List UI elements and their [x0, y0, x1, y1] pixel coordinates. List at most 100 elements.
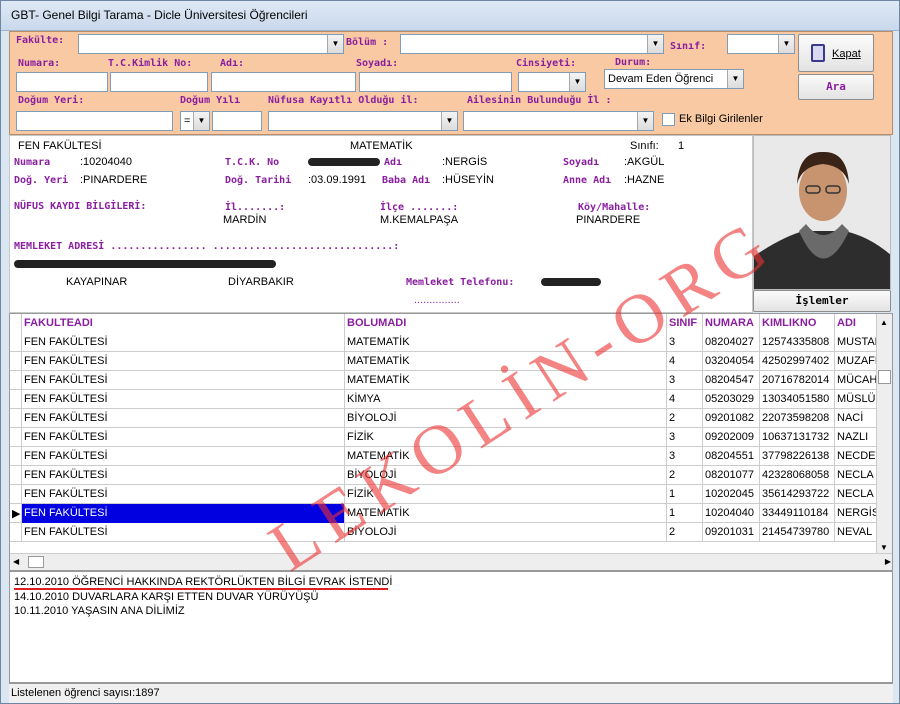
vertical-scrollbar[interactable]: ▲ ▼ — [876, 314, 892, 554]
horizontal-scrollbar[interactable]: ◀ ▶ — [10, 553, 892, 570]
numara-input[interactable] — [16, 72, 108, 92]
row-indicator[interactable] — [10, 352, 22, 371]
bolum-select[interactable]: ▼ — [400, 34, 664, 54]
table-cell[interactable]: FEN FAKÜLTESİ — [22, 333, 345, 352]
table-cell[interactable]: 08204027 — [703, 333, 760, 352]
status-bar: Listelenen öğrenci sayısı:1897 — [9, 683, 893, 703]
ek-bilgi-checkbox[interactable] — [662, 113, 675, 126]
table-cell[interactable]: 20716782014 — [760, 371, 835, 390]
row-indicator[interactable]: ▶ — [10, 504, 22, 523]
table-cell[interactable]: 09202009 — [703, 428, 760, 447]
table-cell[interactable]: 2 — [667, 523, 703, 542]
table-cell[interactable]: 33449110184 — [760, 504, 835, 523]
fakulte-select[interactable]: ▼ — [78, 34, 344, 54]
table-cell[interactable]: NACİ — [835, 409, 878, 428]
table-cell[interactable]: 2 — [667, 409, 703, 428]
table-cell[interactable]: MÜCAH — [835, 371, 878, 390]
table-cell[interactable]: 1 — [667, 485, 703, 504]
row-indicator[interactable] — [10, 390, 22, 409]
table-cell[interactable]: 2 — [667, 466, 703, 485]
cinsiyeti-select[interactable]: ▼ — [518, 72, 586, 92]
table-row[interactable]: FEN FAKÜLTESİ MATEMATİK 3 08204027 125743358… — [10, 333, 878, 352]
table-cell[interactable]: 3 — [667, 371, 703, 390]
row-indicator[interactable] — [10, 428, 22, 447]
notes-area[interactable]: 12.10.2010 ÖĞRENCİ HAKKINDA REKTÖRLÜKTEN… — [9, 571, 893, 683]
table-cell[interactable]: 05203029 — [703, 390, 760, 409]
table-row[interactable]: ▶ FEN FAKÜLTESİ MATEMATİK 1 10204040 33449110… — [10, 504, 878, 523]
table-cell[interactable]: 12574335808 — [760, 333, 835, 352]
table-cell[interactable]: 09201031 — [703, 523, 760, 542]
durum-select[interactable]: Devam Eden Öğrenci ▼ — [604, 69, 744, 89]
table-cell[interactable]: NAZLI — [835, 428, 878, 447]
table-cell[interactable]: 4 — [667, 390, 703, 409]
table-row[interactable]: FEN FAKÜLTESİ MATEMATİK 3 08204547 207167820… — [10, 371, 878, 390]
scroll-left-icon[interactable]: ◀ — [13, 557, 19, 566]
table-cell[interactable]: 10204040 — [703, 504, 760, 523]
row-indicator[interactable] — [10, 409, 22, 428]
table-cell[interactable]: MUSTAF — [835, 333, 878, 352]
scroll-up-icon[interactable]: ▲ — [880, 318, 888, 327]
col-header[interactable]: KIMLIKNO — [760, 314, 835, 333]
table-cell[interactable]: NECDET — [835, 447, 878, 466]
table-cell[interactable]: NEVAL — [835, 523, 878, 542]
table-cell[interactable]: FEN FAKÜLTESİ — [22, 466, 345, 485]
table-cell[interactable]: FEN FAKÜLTESİ — [22, 371, 345, 390]
table-cell[interactable]: 4 — [667, 352, 703, 371]
adi-input[interactable] — [211, 72, 356, 92]
scroll-down-icon[interactable]: ▼ — [880, 543, 888, 552]
table-cell[interactable]: 03204054 — [703, 352, 760, 371]
table-cell[interactable]: 42328068058 — [760, 466, 835, 485]
row-indicator[interactable] — [10, 333, 22, 352]
table-cell[interactable]: 3 — [667, 428, 703, 447]
table-cell[interactable]: 13034051580 — [760, 390, 835, 409]
table-cell[interactable]: NECLA — [835, 466, 878, 485]
row-indicator[interactable] — [10, 523, 22, 542]
kapat-button[interactable]: Kapat — [798, 34, 874, 72]
table-cell[interactable]: 08204547 — [703, 371, 760, 390]
table-cell[interactable]: MÜSLÜN — [835, 390, 878, 409]
student-department: MATEMATİK — [350, 140, 413, 152]
table-cell[interactable]: MUZAFF — [835, 352, 878, 371]
table-cell[interactable]: NECLA — [835, 485, 878, 504]
row-indicator[interactable] — [10, 466, 22, 485]
soyadi-input[interactable] — [359, 72, 512, 92]
col-header[interactable]: ADI — [835, 314, 878, 333]
sinif-select[interactable]: ▼ — [727, 34, 795, 54]
dogum-yeri-input[interactable] — [16, 111, 173, 131]
table-cell[interactable]: 08201077 — [703, 466, 760, 485]
table-cell[interactable]: 08204551 — [703, 447, 760, 466]
table-cell[interactable]: 1 — [667, 504, 703, 523]
table-cell[interactable]: FEN FAKÜLTESİ — [22, 352, 345, 371]
scroll-right-icon[interactable]: ▶ — [885, 557, 891, 566]
table-cell[interactable]: 10202045 — [703, 485, 760, 504]
table-cell[interactable]: FEN FAKÜLTESİ — [22, 390, 345, 409]
table-cell[interactable]: NERGİS — [835, 504, 878, 523]
table-cell[interactable]: 37798226138 — [760, 447, 835, 466]
dogum-yili-operator[interactable]: = ▼ — [180, 111, 210, 131]
row-indicator[interactable] — [10, 371, 22, 390]
table-cell[interactable]: 10637131732 — [760, 428, 835, 447]
table-cell[interactable]: FEN FAKÜLTESİ — [22, 447, 345, 466]
row-indicator[interactable] — [10, 447, 22, 466]
ara-button[interactable]: Ara — [798, 74, 874, 100]
table-cell[interactable]: 22073598208 — [760, 409, 835, 428]
scroll-thumb[interactable] — [878, 370, 891, 384]
table-cell[interactable]: 3 — [667, 447, 703, 466]
dogum-yili-input[interactable] — [212, 111, 262, 131]
row-indicator[interactable] — [10, 485, 22, 504]
scroll-thumb[interactable] — [28, 556, 44, 568]
aile-il-select[interactable]: ▼ — [463, 111, 654, 131]
islemler-button[interactable]: İşlemler — [753, 290, 891, 312]
chevron-down-icon: ▼ — [727, 70, 743, 88]
tckimlik-input[interactable] — [110, 72, 208, 92]
table-cell[interactable]: FEN FAKÜLTESİ — [22, 428, 345, 447]
table-cell[interactable]: 21454739780 — [760, 523, 835, 542]
table-row[interactable]: FEN FAKÜLTESİ BİYOLOJİ 2 09201031 2145473978… — [10, 523, 878, 542]
table-row[interactable]: FEN FAKÜLTESİ MATEMATİK 4 03204054 425029974… — [10, 352, 878, 371]
table-cell[interactable]: 09201082 — [703, 409, 760, 428]
table-cell[interactable]: FEN FAKÜLTESİ — [22, 409, 345, 428]
nufus-il-select[interactable]: ▼ — [268, 111, 458, 131]
table-cell[interactable]: 42502997402 — [760, 352, 835, 371]
table-cell[interactable]: 35614293722 — [760, 485, 835, 504]
col-header[interactable]: FAKULTEADI — [22, 314, 345, 333]
